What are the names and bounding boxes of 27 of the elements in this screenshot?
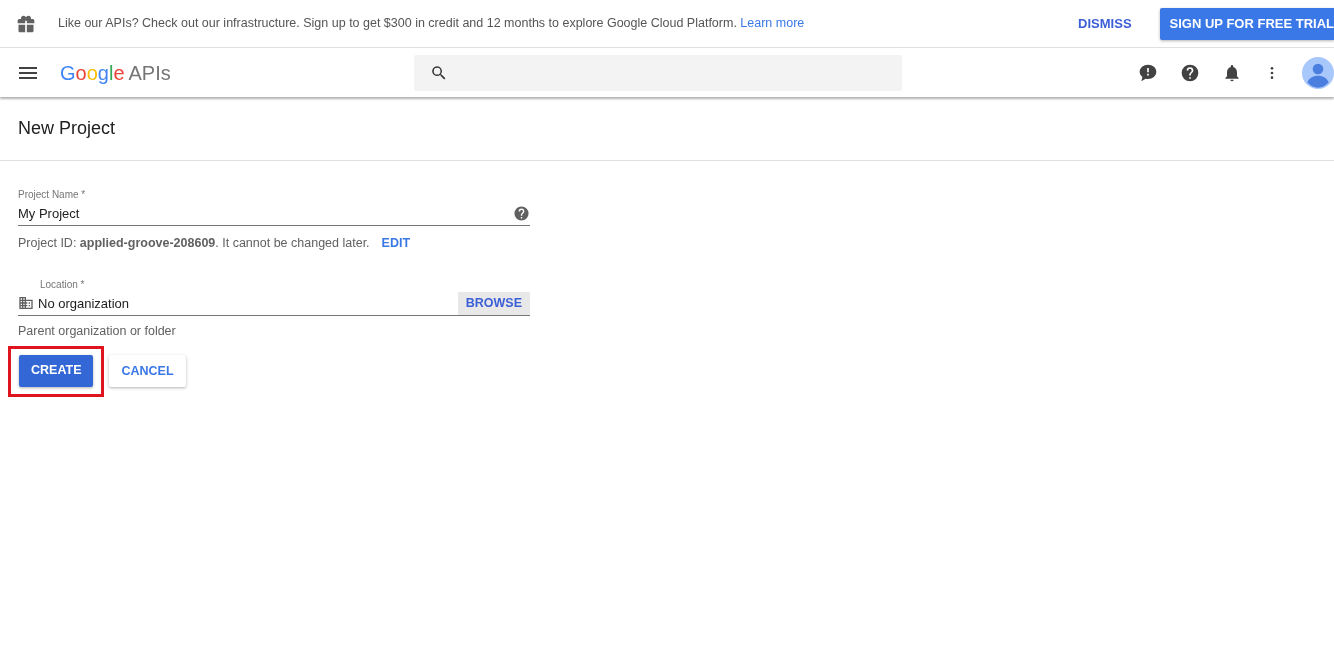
avatar-icon[interactable]: [1302, 56, 1334, 89]
banner-message: Like our APIs? Check out our infrastructure. Sign up to get $300 in credit and 12 months to explore Google Cloud Platform. Learn more: [58, 15, 805, 33]
help-icon[interactable]: [513, 205, 530, 222]
location-hint: Parent organization or folder: [18, 322, 177, 340]
edit-link[interactable]: EDIT: [381, 234, 411, 253]
sign-up-button[interactable]: SIGN UP FOR FREE TRIAL: [1159, 7, 1334, 40]
help-icon[interactable]: [1180, 62, 1200, 83]
search-field[interactable]: [414, 55, 902, 91]
gift-icon: [16, 13, 36, 34]
browse-button[interactable]: BROWSE: [457, 291, 530, 315]
learn-more-link[interactable]: Learn more: [740, 16, 805, 31]
cancel-button[interactable]: CANCEL: [109, 355, 186, 387]
dismiss-button[interactable]: DISMISS: [1072, 12, 1138, 35]
location-field[interactable]: No organization BROWSE: [18, 291, 530, 316]
project-name-field[interactable]: My Project: [18, 202, 530, 226]
create-button[interactable]: CREATE: [19, 354, 94, 387]
page-title: New Project: [18, 117, 116, 140]
google-logo: Google: [60, 60, 125, 86]
building-icon: [18, 295, 34, 312]
search-icon: [430, 64, 448, 82]
project-id-hint: Project ID: applied-groove-208609. It cannot be changed later.: [18, 235, 370, 252]
bell-icon[interactable]: [1222, 62, 1242, 83]
field-label: Location *: [40, 277, 86, 292]
field-label: Project Name *: [18, 188, 87, 202]
product-name: APIs: [128, 60, 171, 86]
field-value: No organization: [38, 294, 131, 313]
feedback-icon[interactable]: [1138, 62, 1158, 83]
